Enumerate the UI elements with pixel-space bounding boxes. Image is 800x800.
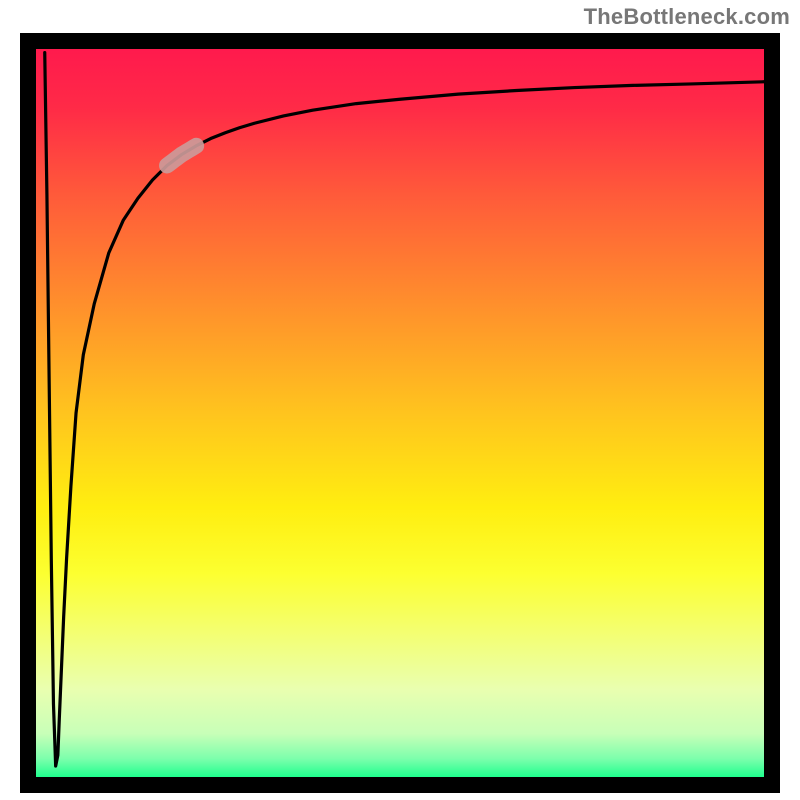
bottleneck-chart	[0, 0, 800, 800]
chart-background	[36, 49, 764, 777]
attribution-label: TheBottleneck.com	[584, 4, 790, 30]
